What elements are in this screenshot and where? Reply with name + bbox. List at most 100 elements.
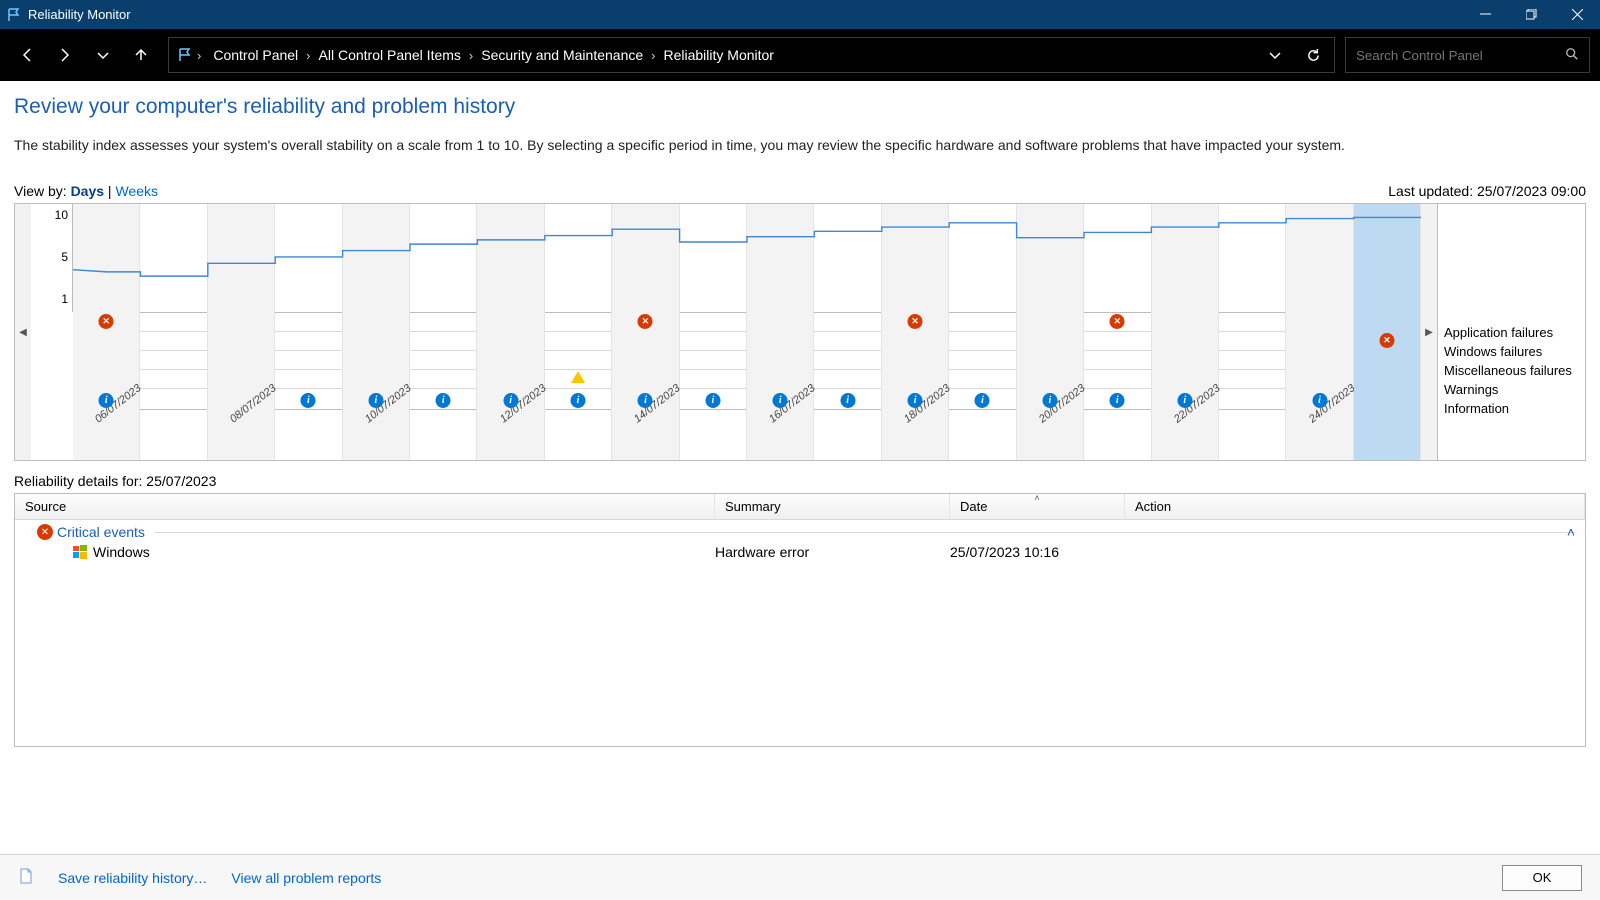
details-header: Source Summary Date˄ Action [15, 494, 1585, 520]
group-critical-events[interactable]: Critical events ˄ [15, 520, 1585, 542]
page-title: Review your computer's reliability and p… [14, 95, 1586, 119]
chart-day-column[interactable] [680, 204, 747, 460]
chevron-right-icon: › [197, 48, 201, 63]
chart-day-column[interactable]: 18/07/2023 [882, 204, 949, 460]
forward-button[interactable] [48, 38, 82, 72]
titlebar: Reliability Monitor [0, 0, 1600, 29]
info-icon [99, 393, 114, 408]
chart-day-column[interactable] [140, 204, 207, 460]
last-updated: Last updated: 25/07/2023 09:00 [1388, 183, 1586, 199]
legend-row: Information [1444, 399, 1581, 418]
chart-day-column[interactable]: 22/07/2023 [1152, 204, 1219, 460]
address-dropdown[interactable] [1258, 38, 1292, 72]
info-icon [908, 393, 923, 408]
info-icon [705, 393, 720, 408]
col-summary[interactable]: Summary [715, 494, 950, 519]
chart-day-column[interactable] [814, 204, 881, 460]
info-icon [1110, 393, 1125, 408]
chart-day-column[interactable]: 08/07/2023 [208, 204, 275, 460]
window-title: Reliability Monitor [28, 7, 131, 22]
chevron-right-icon: › [306, 48, 310, 63]
back-button[interactable] [10, 38, 44, 72]
recent-dropdown[interactable] [86, 38, 120, 72]
content: Review your computer's reliability and p… [0, 81, 1600, 854]
minimize-button[interactable] [1462, 0, 1508, 29]
viewby: View by: Days | Weeks [14, 183, 158, 199]
windows-icon [73, 545, 87, 559]
chart-day-column[interactable] [1219, 204, 1286, 460]
breadcrumb-item[interactable]: All Control Panel Items [311, 43, 469, 67]
flag-icon [177, 47, 193, 63]
chart-date-label: 08/07/2023 [228, 382, 279, 425]
chart-day-column[interactable]: 10/07/2023 [343, 204, 410, 460]
viewby-weeks[interactable]: Weeks [115, 183, 158, 199]
document-icon [18, 868, 34, 887]
event-row[interactable]: WindowsHardware error25/07/2023 10:16 [15, 542, 1585, 562]
search-icon[interactable] [1565, 47, 1579, 64]
warning-icon [571, 371, 585, 383]
flag-icon [6, 7, 22, 23]
chart-legend: Application failuresWindows failuresMisc… [1437, 204, 1585, 460]
legend-row: Warnings [1444, 380, 1581, 399]
error-icon [99, 314, 114, 329]
legend-row: Windows failures [1444, 342, 1581, 361]
error-icon [908, 314, 923, 329]
chart-yaxis: 10 5 1 [31, 204, 73, 312]
chart-day-column[interactable] [1084, 204, 1151, 460]
col-source[interactable]: Source [15, 494, 715, 519]
search-input[interactable] [1356, 48, 1536, 63]
info-icon [638, 393, 653, 408]
maximize-button[interactable] [1508, 0, 1554, 29]
view-all-problem-reports[interactable]: View all problem reports [231, 870, 381, 886]
chart-scroll-right[interactable]: ▶ [1421, 204, 1437, 460]
viewby-days[interactable]: Days [71, 183, 104, 199]
breadcrumb-item[interactable]: Control Panel [205, 43, 306, 67]
error-icon [1110, 314, 1125, 329]
search-box[interactable] [1345, 37, 1590, 73]
ok-button[interactable]: OK [1502, 865, 1582, 891]
chart-day-column[interactable]: 14/07/2023 [612, 204, 679, 460]
navbar: › Control Panel›All Control Panel Items›… [0, 29, 1600, 81]
error-icon [638, 314, 653, 329]
chart-scroll-left[interactable]: ◀ [15, 204, 31, 460]
intro-text: The stability index assesses your system… [14, 137, 1586, 153]
refresh-button[interactable] [1296, 38, 1330, 72]
chevron-up-icon: ˄ [1567, 524, 1575, 540]
chart-day-column[interactable] [1354, 204, 1421, 460]
close-button[interactable] [1554, 0, 1600, 29]
info-icon [301, 393, 316, 408]
info-icon [436, 393, 451, 408]
save-reliability-history[interactable]: Save reliability history… [58, 870, 207, 886]
footer: Save reliability history… View all probl… [0, 854, 1600, 900]
details-list: Source Summary Date˄ Action Critical eve… [14, 493, 1586, 747]
breadcrumb-item[interactable]: Reliability Monitor [655, 43, 781, 67]
chart-day-column[interactable]: 24/07/2023 [1286, 204, 1353, 460]
legend-row: Miscellaneous failures [1444, 361, 1581, 380]
chevron-right-icon: › [469, 48, 473, 63]
info-icon [773, 393, 788, 408]
info-icon [368, 393, 383, 408]
info-icon [975, 393, 990, 408]
up-button[interactable] [124, 38, 158, 72]
chart-day-column[interactable]: 12/07/2023 [477, 204, 544, 460]
chart-day-column[interactable] [275, 204, 342, 460]
chart-day-column[interactable]: 06/07/2023 [73, 204, 140, 460]
col-date[interactable]: Date˄ [950, 494, 1125, 519]
col-action[interactable]: Action [1125, 494, 1585, 519]
chart-day-column[interactable] [410, 204, 477, 460]
reliability-chart: ◀ 10 5 1 06/07/2023 08/07/2023 10/07/2023 1… [14, 203, 1586, 461]
info-icon [1177, 393, 1192, 408]
chart-day-column[interactable] [545, 204, 612, 460]
chart-day-column[interactable] [949, 204, 1016, 460]
breadcrumb-item[interactable]: Security and Maintenance [473, 43, 651, 67]
info-icon [571, 393, 586, 408]
info-icon [503, 393, 518, 408]
details-title: Reliability details for: 25/07/2023 [14, 473, 1586, 489]
chevron-right-icon: › [651, 48, 655, 63]
info-icon [1312, 393, 1327, 408]
chart-day-column[interactable]: 20/07/2023 [1017, 204, 1084, 460]
address-bar[interactable]: › Control Panel›All Control Panel Items›… [168, 37, 1335, 73]
info-icon [1042, 393, 1057, 408]
error-icon [37, 524, 53, 540]
chart-day-column[interactable]: 16/07/2023 [747, 204, 814, 460]
